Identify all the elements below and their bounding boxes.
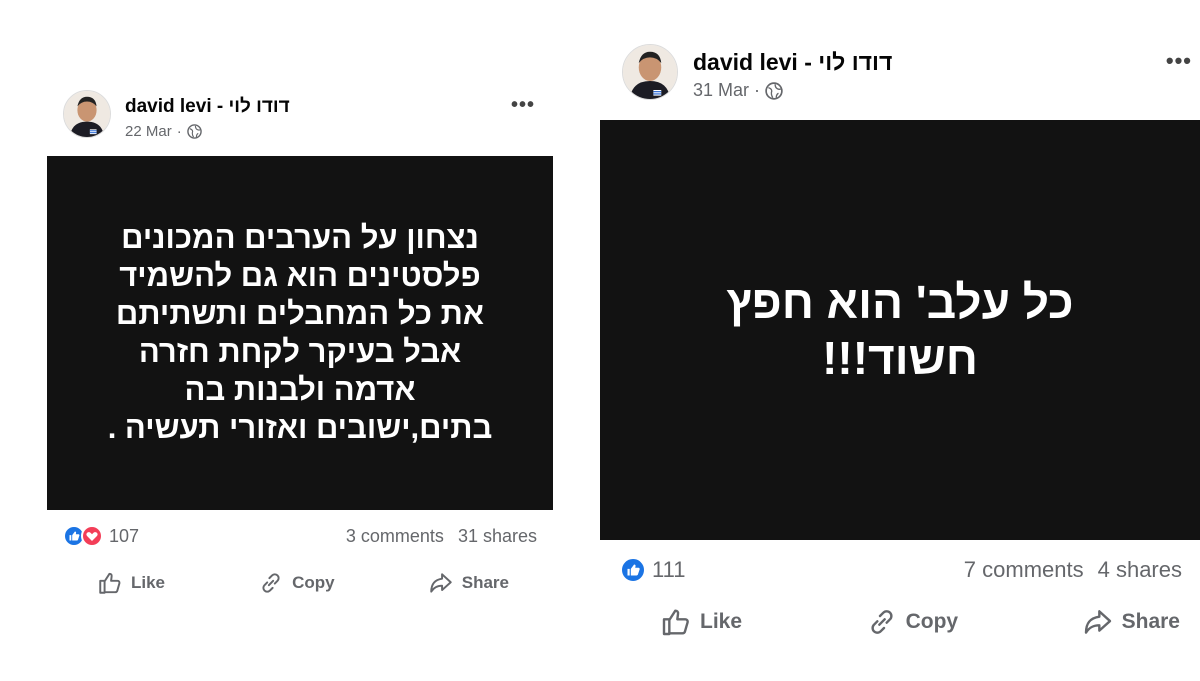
dot-separator: · xyxy=(176,123,182,140)
share-button[interactable]: Share xyxy=(428,570,509,596)
post-stats: 111 7 comments 4 shares xyxy=(600,540,1200,600)
copy-label: Copy xyxy=(905,610,959,633)
like-button[interactable]: Like xyxy=(97,570,165,596)
image-text: נצחון על הערבים המכונים פלסטינים הוא גם … xyxy=(107,220,493,445)
reaction-icons xyxy=(63,525,103,547)
post-image[interactable]: כל עלב' הוא חפץ חשוד!!! xyxy=(600,120,1200,540)
post-date[interactable]: 31 Mar xyxy=(693,80,749,101)
comments-count[interactable]: 7 comments xyxy=(964,557,1084,583)
post-meta: 22 Mar · xyxy=(125,123,202,140)
post-header: david levi - דודו לוי 31 Mar · ••• xyxy=(600,42,1200,108)
globe-icon xyxy=(186,124,202,139)
reaction-count: 111 xyxy=(652,557,686,582)
thumbs-up-icon xyxy=(99,572,121,594)
like-label: Like xyxy=(131,573,166,592)
reactions-summary[interactable]: 107 xyxy=(63,525,139,547)
link-icon xyxy=(262,573,280,593)
share-label: Share xyxy=(1121,610,1180,633)
dot-separator: · xyxy=(754,80,761,100)
more-options-icon[interactable]: ••• xyxy=(511,94,535,117)
post-image[interactable]: נצחון על הערבים המכונים פלסטינים הוא גם … xyxy=(47,156,553,510)
shares-count[interactable]: 31 shares xyxy=(458,526,537,547)
like-react-icon xyxy=(620,557,646,583)
more-options-icon[interactable]: ••• xyxy=(1166,48,1192,74)
post-card-1: david levi - דודו לוי 22 Mar · ••• נצחון… xyxy=(47,90,553,596)
globe-icon xyxy=(765,81,783,100)
share-arrow-icon xyxy=(430,573,452,593)
love-react-icon xyxy=(81,525,103,547)
share-label: Share xyxy=(461,573,509,592)
comments-count[interactable]: 3 comments xyxy=(346,526,444,547)
author-name[interactable]: david levi - דודו לוי xyxy=(693,49,892,76)
post-actions: Like Copy Share xyxy=(47,570,553,596)
post-stats: 107 3 comments 31 shares xyxy=(47,510,553,562)
reactions-summary[interactable]: 111 xyxy=(620,557,685,583)
engagement-counts: 7 comments 4 shares xyxy=(964,557,1182,583)
profile-photo-icon xyxy=(623,45,677,99)
author-name[interactable]: david levi - דודו לוי xyxy=(125,96,290,118)
share-button[interactable]: Share xyxy=(1082,606,1180,638)
reaction-icons xyxy=(620,557,646,583)
copy-label: Copy xyxy=(292,573,335,592)
shares-count[interactable]: 4 shares xyxy=(1098,557,1182,583)
profile-photo-icon xyxy=(64,91,110,137)
image-text: כל עלב' הוא חפץ חשוד!!! xyxy=(726,276,1074,384)
avatar[interactable] xyxy=(63,90,111,138)
link-icon xyxy=(871,610,893,634)
post-header: david levi - דודו לוי 22 Mar · ••• xyxy=(47,90,553,156)
post-meta: 31 Mar · xyxy=(693,80,783,101)
reaction-count: 107 xyxy=(109,525,140,546)
thumbs-up-icon xyxy=(662,609,689,636)
avatar[interactable] xyxy=(622,44,678,100)
engagement-counts: 3 comments 31 shares xyxy=(346,526,537,547)
copy-button[interactable]: Copy xyxy=(866,606,959,638)
post-actions: Like Copy Share xyxy=(600,606,1200,638)
like-label: Like xyxy=(700,610,743,633)
post-card-2: david levi - דודו לוי 31 Mar · ••• כל על… xyxy=(600,42,1200,638)
like-button[interactable]: Like xyxy=(660,606,742,638)
share-arrow-icon xyxy=(1084,610,1111,634)
copy-button[interactable]: Copy xyxy=(258,570,335,596)
post-date[interactable]: 22 Mar xyxy=(125,123,172,140)
